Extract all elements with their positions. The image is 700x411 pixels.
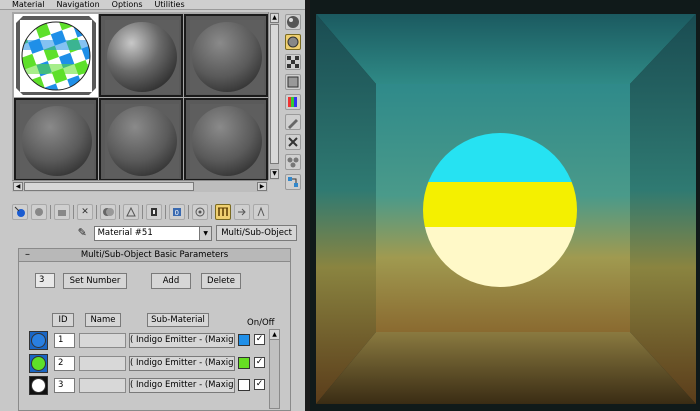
submaterial-list-scrollbar[interactable]: ▲ bbox=[269, 329, 280, 409]
submaterial-button[interactable]: ( Indigo Emitter - (Maxigo) ) bbox=[129, 333, 235, 348]
sample-slot-3[interactable] bbox=[184, 14, 268, 97]
count-field[interactable]: 3 bbox=[35, 273, 55, 288]
sample-slot-1[interactable] bbox=[14, 14, 98, 97]
submaterial-name-field[interactable] bbox=[79, 378, 126, 393]
submaterial-row: 2 ( Indigo Emitter - (Maxigo) ) ✓ bbox=[25, 354, 287, 373]
scroll-right-icon[interactable]: ▶ bbox=[257, 182, 267, 191]
submaterial-id-field[interactable]: 2 bbox=[54, 356, 75, 371]
options-icon[interactable] bbox=[285, 134, 301, 150]
menu-material[interactable]: Material bbox=[12, 0, 45, 9]
select-by-material-icon[interactable] bbox=[285, 154, 301, 170]
show-end-result-icon[interactable] bbox=[192, 204, 208, 220]
submaterial-on-checkbox[interactable]: ✓ bbox=[254, 379, 265, 390]
submaterial-id-field[interactable]: 3 bbox=[54, 378, 75, 393]
submaterial-preview[interactable] bbox=[29, 331, 48, 350]
gray-sphere-icon bbox=[105, 20, 179, 94]
material-id-channel-icon[interactable] bbox=[146, 204, 162, 220]
go-forward-to-sibling-icon[interactable] bbox=[234, 204, 250, 220]
delete-button[interactable]: Delete bbox=[201, 273, 241, 289]
chevron-down-icon[interactable]: ▼ bbox=[199, 226, 212, 240]
submaterial-preview[interactable] bbox=[29, 376, 48, 395]
submaterial-name-field[interactable] bbox=[79, 356, 126, 371]
material-type-button[interactable]: Multi/Sub-Object bbox=[216, 225, 297, 241]
rendered-scene bbox=[310, 0, 700, 411]
material-effects-icon[interactable] bbox=[253, 204, 269, 220]
assign-to-selection-icon[interactable] bbox=[54, 204, 70, 220]
make-preview-icon[interactable] bbox=[285, 114, 301, 130]
submaterial-id-field[interactable]: 1 bbox=[54, 333, 75, 348]
material-name-field[interactable]: Material #51 ▼ bbox=[93, 225, 213, 241]
scroll-thumb[interactable] bbox=[270, 24, 279, 164]
sample-slot-4[interactable] bbox=[14, 98, 98, 181]
submaterial-color-swatch[interactable] bbox=[238, 379, 250, 391]
submaterial-name-field[interactable] bbox=[79, 333, 126, 348]
submaterial-preview[interactable] bbox=[29, 354, 48, 373]
go-to-parent-icon[interactable] bbox=[215, 204, 231, 220]
slots-horizontal-scrollbar[interactable]: ◀ ▶ bbox=[12, 180, 268, 192]
sort-by-name-button[interactable]: Name bbox=[85, 313, 121, 327]
sample-slot-5[interactable] bbox=[99, 98, 183, 181]
submaterial-row: 3 ( Indigo Emitter - (Maxigo) ) ✓ bbox=[25, 376, 287, 395]
sort-by-submaterial-button[interactable]: Sub-Material bbox=[147, 313, 209, 327]
checker-sphere-icon bbox=[20, 20, 92, 92]
submaterial-row: 1 ( Indigo Emitter - (Maxigo) ) ✓ bbox=[25, 331, 287, 350]
scroll-left-icon[interactable]: ◀ bbox=[13, 182, 23, 191]
sample-slot-2[interactable] bbox=[99, 14, 183, 97]
gray-sphere-icon bbox=[190, 104, 264, 178]
render-viewport bbox=[310, 0, 700, 411]
menu-utilities[interactable]: Utilities bbox=[155, 0, 185, 9]
sphere-icon[interactable] bbox=[285, 14, 301, 30]
on-off-column-label: On/Off bbox=[247, 318, 275, 328]
collapse-icon[interactable]: – bbox=[25, 249, 30, 261]
put-to-scene-icon[interactable] bbox=[31, 204, 47, 220]
gray-sphere-icon bbox=[190, 20, 264, 94]
submaterial-button[interactable]: ( Indigo Emitter - (Maxigo) ) bbox=[129, 356, 235, 371]
scroll-up-icon[interactable]: ▲ bbox=[270, 330, 279, 340]
make-unique-icon[interactable] bbox=[100, 204, 116, 220]
reset-icon[interactable]: ✕ bbox=[77, 204, 93, 220]
multi-sub-object-rollout: – Multi/Sub-Object Basic Parameters 3 Se… bbox=[18, 248, 291, 411]
side-toolbar bbox=[283, 14, 303, 194]
menu-bar: Material Navigation Options Utilities bbox=[0, 0, 305, 10]
rollout-header[interactable]: – Multi/Sub-Object Basic Parameters bbox=[19, 249, 290, 262]
material-toolbar: ✕ 0 bbox=[12, 203, 302, 221]
scroll-thumb[interactable] bbox=[24, 182, 194, 191]
submaterial-button[interactable]: ( Indigo Emitter - (Maxigo) ) bbox=[129, 378, 235, 393]
put-to-library-icon[interactable] bbox=[123, 204, 139, 220]
gray-sphere-icon bbox=[105, 104, 179, 178]
gray-sphere-icon bbox=[20, 104, 94, 178]
count-controls: 3 Set Number Add Delete bbox=[35, 273, 275, 289]
backlight-icon[interactable] bbox=[285, 34, 301, 50]
show-map-in-viewport-icon[interactable]: 0 bbox=[169, 204, 185, 220]
video-color-check-icon[interactable] bbox=[285, 94, 301, 110]
material-map-navigator-icon[interactable] bbox=[285, 174, 301, 190]
menu-navigation[interactable]: Navigation bbox=[57, 0, 100, 9]
submaterial-color-swatch[interactable] bbox=[238, 334, 250, 346]
add-button[interactable]: Add bbox=[151, 273, 191, 289]
checker-background-icon[interactable] bbox=[285, 54, 301, 70]
submaterial-color-swatch[interactable] bbox=[238, 357, 250, 369]
material-name-row: ✎ Material #51 ▼ Multi/Sub-Object bbox=[75, 224, 297, 242]
set-number-button[interactable]: Set Number bbox=[63, 273, 127, 289]
slots-vertical-scrollbar[interactable]: ▲ ▼ bbox=[268, 12, 279, 180]
submaterial-on-checkbox[interactable]: ✓ bbox=[254, 334, 265, 345]
scroll-up-icon[interactable]: ▲ bbox=[270, 13, 279, 23]
eyedropper-icon[interactable]: ✎ bbox=[75, 226, 90, 241]
scroll-down-icon[interactable]: ▼ bbox=[270, 169, 279, 179]
uv-tiling-icon[interactable] bbox=[285, 74, 301, 90]
sample-slots-grid bbox=[12, 12, 268, 181]
material-editor-panel: Material Navigation Options Utilities ▲ … bbox=[0, 0, 305, 411]
submaterial-on-checkbox[interactable]: ✓ bbox=[254, 357, 265, 368]
get-material-icon[interactable] bbox=[12, 204, 28, 220]
menu-options[interactable]: Options bbox=[112, 0, 143, 9]
svg-text:0: 0 bbox=[175, 209, 179, 217]
sort-by-id-button[interactable]: ID bbox=[52, 313, 74, 327]
rollout-title: Multi/Sub-Object Basic Parameters bbox=[80, 250, 229, 260]
sample-slot-6[interactable] bbox=[184, 98, 268, 181]
material-name-text: Material #51 bbox=[97, 227, 153, 238]
